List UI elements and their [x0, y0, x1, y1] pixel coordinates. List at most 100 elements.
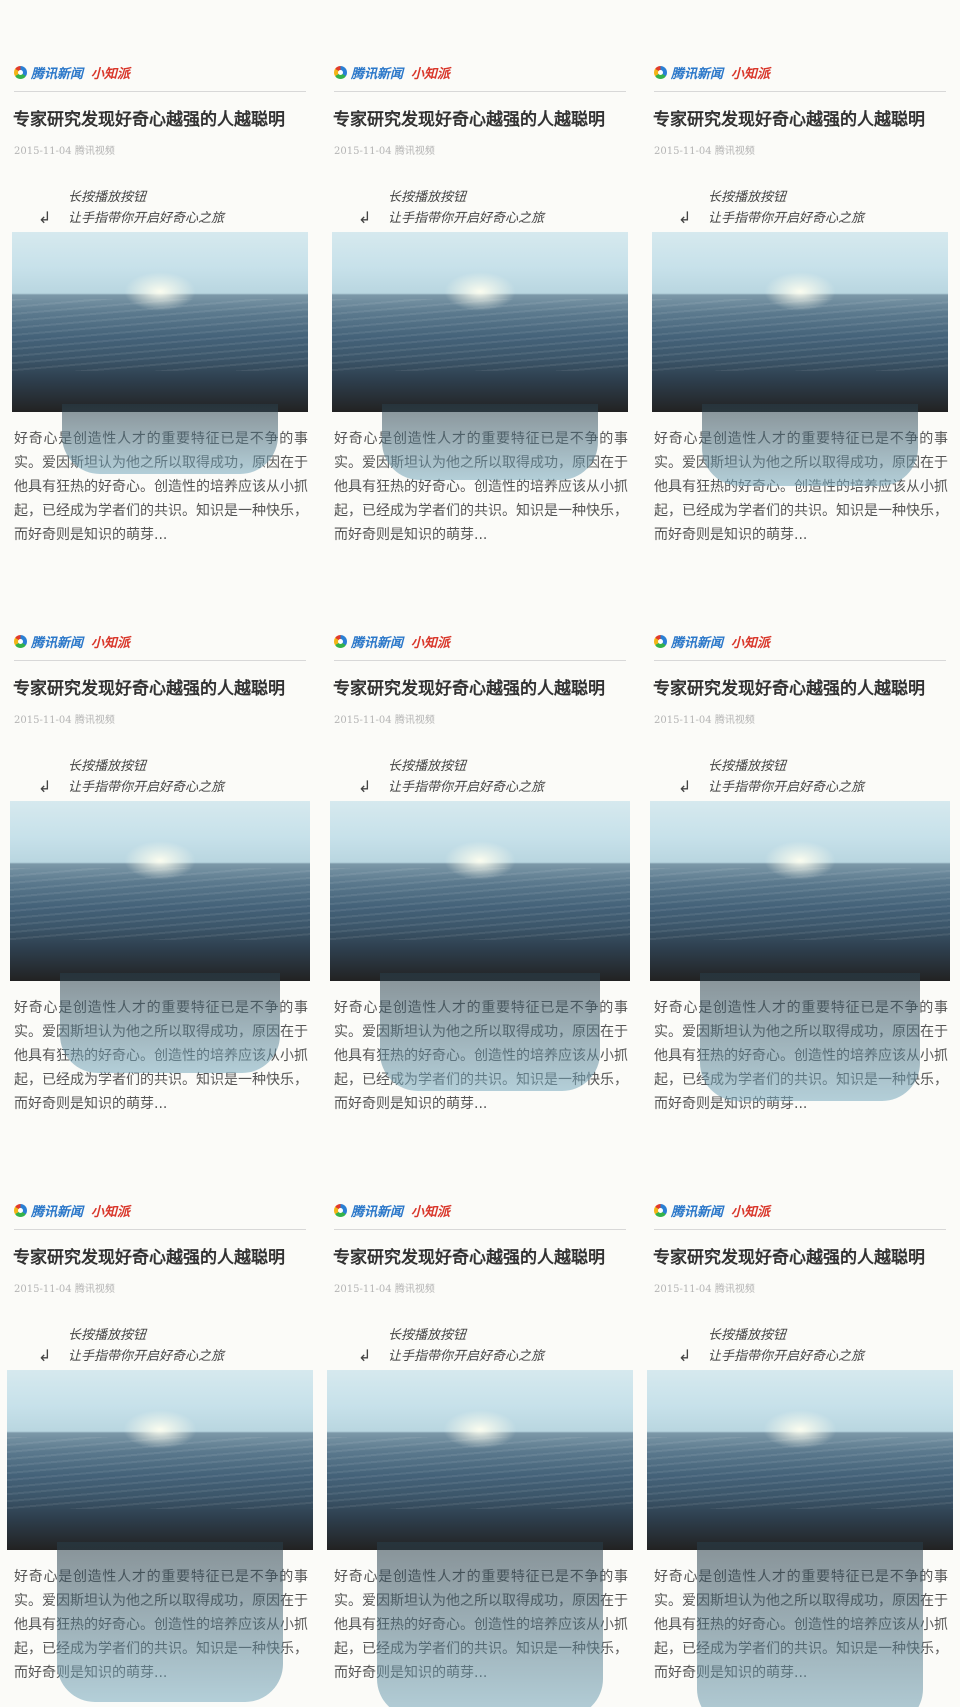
brand-name: 腾讯新闻: [671, 636, 724, 651]
video-player[interactable]: [650, 801, 950, 981]
brand-header[interactable]: 腾讯新闻 小知派: [14, 63, 130, 82]
frame-grid: 腾讯新闻 小知派 专家研究发现好奇心越强的人越聪明 2015-11-04 腾讯视…: [0, 0, 960, 1707]
play-hint: 长按播放按钮 让手指带你开启好奇心之旅: [68, 187, 224, 229]
curved-arrow-icon: ↲: [678, 1346, 692, 1365]
curved-arrow-icon: ↲: [38, 208, 52, 227]
tencent-news-logo-icon: [14, 635, 27, 648]
article-frame: 腾讯新闻 小知派 专家研究发现好奇心越强的人越聪明 2015-11-04 腾讯视…: [640, 569, 960, 1138]
water-splash-overlay: [702, 404, 918, 486]
water-splash-overlay: [382, 404, 598, 480]
play-hint: 长按播放按钮 让手指带你开启好奇心之旅: [708, 187, 864, 229]
article-meta: 2015-11-04 腾讯视频: [334, 1284, 435, 1295]
article-title: 专家研究发现好奇心越强的人越聪明: [333, 110, 605, 130]
brand-header[interactable]: 腾讯新闻 小知派: [654, 632, 770, 651]
brand-header[interactable]: 腾讯新闻 小知派: [654, 1201, 770, 1220]
brand-tag: 小知派: [411, 67, 451, 82]
article-meta: 2015-11-04 腾讯视频: [654, 146, 755, 157]
article-frame: 腾讯新闻 小知派 专家研究发现好奇心越强的人越聪明 2015-11-04 腾讯视…: [640, 1138, 960, 1707]
curved-arrow-icon: ↲: [678, 777, 692, 796]
tencent-news-logo-icon: [14, 66, 27, 79]
hint-line: 让手指带你开启好奇心之旅: [708, 1349, 865, 1364]
water-splash-overlay: [377, 1542, 603, 1707]
brand-tag: 小知派: [91, 67, 131, 82]
curved-arrow-icon: ↲: [38, 777, 52, 796]
water-splash-overlay: [60, 973, 280, 1073]
play-hint: 长按播放按钮 让手指带你开启好奇心之旅: [388, 1325, 544, 1367]
video-player[interactable]: [332, 232, 628, 412]
play-hint: 长按播放按钮 让手指带你开启好奇心之旅: [708, 1325, 864, 1367]
video-player[interactable]: [7, 1370, 313, 1550]
divider: [654, 91, 946, 92]
brand-header[interactable]: 腾讯新闻 小知派: [334, 632, 450, 651]
play-hint: 长按播放按钮 让手指带你开启好奇心之旅: [708, 756, 864, 798]
article-title: 专家研究发现好奇心越强的人越聪明: [653, 110, 925, 130]
water-splash-overlay: [380, 973, 600, 1091]
article-frame: 腾讯新闻 小知派 专家研究发现好奇心越强的人越聪明 2015-11-04 腾讯视…: [0, 569, 320, 1138]
brand-header[interactable]: 腾讯新闻 小知派: [654, 63, 770, 82]
article-meta: 2015-11-04 腾讯视频: [334, 715, 435, 726]
article-title: 专家研究发现好奇心越强的人越聪明: [653, 1248, 925, 1268]
video-player[interactable]: [10, 801, 310, 981]
water-splash-overlay: [697, 1542, 923, 1707]
divider: [14, 1229, 306, 1230]
brand-name: 腾讯新闻: [31, 1205, 84, 1220]
hint-line: 长按播放按钮: [708, 190, 787, 205]
curved-arrow-icon: ↲: [358, 1346, 372, 1365]
brand-tag: 小知派: [91, 636, 131, 651]
water-splash-overlay: [700, 973, 920, 1101]
brand-name: 腾讯新闻: [351, 67, 404, 82]
video-player[interactable]: [647, 1370, 953, 1550]
hint-line: 让手指带你开启好奇心之旅: [708, 211, 865, 226]
brand-tag: 小知派: [731, 636, 771, 651]
divider: [14, 660, 306, 661]
brand-tag: 小知派: [91, 1205, 131, 1220]
brand-name: 腾讯新闻: [31, 636, 84, 651]
brand-tag: 小知派: [731, 67, 771, 82]
play-hint: 长按播放按钮 让手指带你开启好奇心之旅: [388, 187, 544, 229]
hint-line: 让手指带你开启好奇心之旅: [388, 780, 545, 795]
hint-line: 长按播放按钮: [68, 1328, 147, 1343]
hint-line: 长按播放按钮: [388, 1328, 467, 1343]
brand-name: 腾讯新闻: [671, 67, 724, 82]
hint-line: 让手指带你开启好奇心之旅: [68, 211, 225, 226]
video-player[interactable]: [12, 232, 308, 412]
article-frame: 腾讯新闻 小知派 专家研究发现好奇心越强的人越聪明 2015-11-04 腾讯视…: [640, 0, 960, 569]
play-hint: 长按播放按钮 让手指带你开启好奇心之旅: [68, 1325, 224, 1367]
article-meta: 2015-11-04 腾讯视频: [14, 1284, 115, 1295]
hint-line: 长按播放按钮: [388, 190, 467, 205]
hint-line: 让手指带你开启好奇心之旅: [68, 780, 225, 795]
divider: [334, 660, 626, 661]
brand-header[interactable]: 腾讯新闻 小知派: [14, 632, 130, 651]
article-meta: 2015-11-04 腾讯视频: [654, 1284, 755, 1295]
divider: [14, 91, 306, 92]
divider: [334, 91, 626, 92]
divider: [654, 660, 946, 661]
hint-line: 长按播放按钮: [708, 759, 787, 774]
hint-line: 长按播放按钮: [708, 1328, 787, 1343]
article-title: 专家研究发现好奇心越强的人越聪明: [13, 1248, 285, 1268]
tencent-news-logo-icon: [654, 66, 667, 79]
brand-header[interactable]: 腾讯新闻 小知派: [14, 1201, 130, 1220]
brand-name: 腾讯新闻: [671, 1205, 724, 1220]
hint-line: 让手指带你开启好奇心之旅: [708, 780, 865, 795]
brand-tag: 小知派: [411, 1205, 451, 1220]
article-frame: 腾讯新闻 小知派 专家研究发现好奇心越强的人越聪明 2015-11-04 腾讯视…: [0, 0, 320, 569]
curved-arrow-icon: ↲: [358, 208, 372, 227]
brand-tag: 小知派: [731, 1205, 771, 1220]
video-player[interactable]: [327, 1370, 633, 1550]
tencent-news-logo-icon: [334, 635, 347, 648]
tencent-news-logo-icon: [334, 66, 347, 79]
brand-header[interactable]: 腾讯新闻 小知派: [334, 63, 450, 82]
hint-line: 长按播放按钮: [68, 190, 147, 205]
brand-name: 腾讯新闻: [351, 1205, 404, 1220]
brand-name: 腾讯新闻: [351, 636, 404, 651]
article-meta: 2015-11-04 腾讯视频: [14, 146, 115, 157]
curved-arrow-icon: ↲: [358, 777, 372, 796]
article-title: 专家研究发现好奇心越强的人越聪明: [13, 110, 285, 130]
curved-arrow-icon: ↲: [38, 1346, 52, 1365]
video-player[interactable]: [652, 232, 948, 412]
hint-line: 让手指带你开启好奇心之旅: [68, 1349, 225, 1364]
brand-header[interactable]: 腾讯新闻 小知派: [334, 1201, 450, 1220]
tencent-news-logo-icon: [14, 1204, 27, 1217]
video-player[interactable]: [330, 801, 630, 981]
